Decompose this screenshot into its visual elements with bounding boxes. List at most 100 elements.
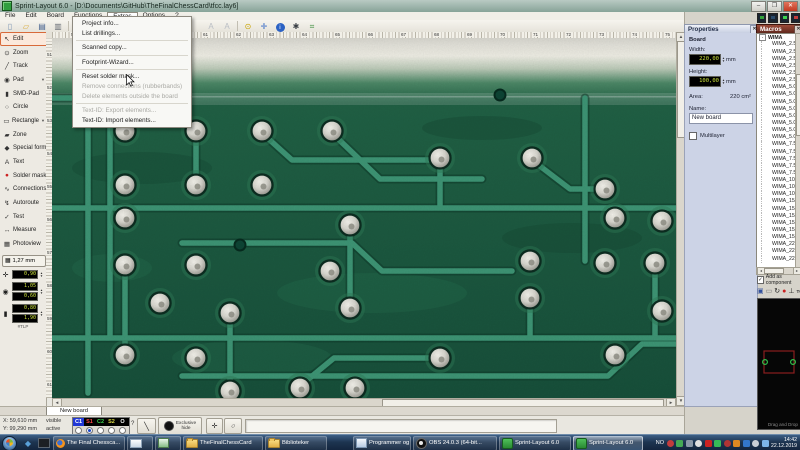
- pad-outer-display[interactable]: 1,05: [12, 282, 38, 291]
- new-file-icon[interactable]: ▯: [3, 20, 18, 33]
- mirror-macro-icon[interactable]: ⊥: [788, 287, 794, 295]
- zoom-tool-icon[interactable]: ⊙: [241, 20, 256, 33]
- layer-s1-radio[interactable]: [84, 426, 95, 434]
- macros-scroll-thumb[interactable]: [796, 74, 800, 136]
- pad-mode-icon[interactable]: ●: [782, 288, 786, 295]
- macro-item[interactable]: WIMA_7.5E: [761, 170, 796, 177]
- macro-item[interactable]: WIMA_5.0C: [761, 99, 796, 106]
- tool-circle[interactable]: ○Circle: [0, 100, 48, 114]
- tray-icon-10[interactable]: [752, 440, 759, 447]
- board-name-input[interactable]: New board: [689, 113, 753, 124]
- macro-item[interactable]: WIMA_7.5C: [761, 156, 796, 163]
- multilayer-checkbox[interactable]: [689, 132, 697, 140]
- macro-item[interactable]: WIMA_22.5A: [761, 241, 796, 248]
- macro-item[interactable]: WIMA_15E: [761, 227, 796, 234]
- taskbar-button[interactable]: [155, 436, 181, 450]
- tray-icon-5[interactable]: [705, 440, 712, 447]
- macro-item[interactable]: WIMA_2.5A: [761, 41, 796, 48]
- component-icon[interactable]: ⌗: [305, 20, 320, 33]
- taskbar-button-thefinalchesscard[interactable]: TheFinalChessCard: [183, 436, 263, 450]
- board-height-display[interactable]: 100,00: [689, 76, 721, 87]
- layer-o-radio[interactable]: [117, 426, 128, 434]
- tool-smd-pad[interactable]: ▮SMD-Pad: [0, 87, 48, 101]
- macro-item[interactable]: WIMA_7.5D: [761, 163, 796, 170]
- macro-item[interactable]: WIMA_5.0A: [761, 84, 796, 91]
- macro-item[interactable]: WIMA_10C: [761, 191, 796, 198]
- board-width-spinner[interactable]: ▲▼: [722, 57, 725, 63]
- tray-icon-6[interactable]: [714, 440, 721, 447]
- quick-launch-icon-2[interactable]: [37, 437, 51, 449]
- macro-item[interactable]: WIMA_2.5C: [761, 56, 796, 63]
- macro-item[interactable]: WIMA_2.5B: [761, 49, 796, 56]
- tool-rectangle[interactable]: ▭Rectangle▼: [0, 114, 48, 128]
- extras-menu-item[interactable]: Footprint-Wizard...: [73, 58, 191, 68]
- macro-item[interactable]: WIMA_15A: [761, 198, 796, 205]
- macro-item[interactable]: WIMA_15C: [761, 213, 796, 220]
- tool-zoom[interactable]: ⊙Zoom: [0, 46, 48, 60]
- macro-item[interactable]: WIMA_2.5E: [761, 70, 796, 77]
- macro-item[interactable]: WIMA_10A: [761, 177, 796, 184]
- menu-item-file[interactable]: File: [0, 12, 20, 20]
- macro-item[interactable]: WIMA_7.5A: [761, 141, 796, 148]
- maximize-button[interactable]: ❐: [767, 1, 782, 12]
- board-height-spinner[interactable]: ▲▼: [722, 79, 725, 85]
- taskbar-button-sprint-layout-6-0[interactable]: Sprint-Layout 6.0: [573, 436, 643, 450]
- view-toggle-icon-1[interactable]: [757, 13, 766, 23]
- taskbar-button-the-final-chessca[interactable]: The Final Chessca...: [53, 436, 125, 450]
- tool-track[interactable]: ╱Track: [0, 59, 48, 73]
- delete-macro-icon[interactable]: ▭: [766, 287, 773, 295]
- macros-vertical-scrollbar[interactable]: [795, 33, 800, 268]
- track-width-spinner[interactable]: ▲▼: [40, 272, 43, 278]
- start-button[interactable]: [2, 436, 17, 450]
- layer-s2-toggle[interactable]: S2: [106, 418, 117, 426]
- tray-icon-2[interactable]: [676, 440, 683, 447]
- quick-launch-icon-1[interactable]: ◆: [21, 437, 35, 449]
- settings-gear-icon[interactable]: ✱: [289, 20, 304, 33]
- save-macro-icon[interactable]: ▣: [757, 287, 764, 295]
- extras-menu-item[interactable]: Text-ID: Export elements...: [73, 106, 191, 116]
- extras-menu-item[interactable]: Text-ID: Import elements...: [73, 116, 191, 126]
- chevron-down-icon[interactable]: ▼: [41, 77, 45, 82]
- help-label[interactable]: ?: [131, 421, 134, 427]
- macro-item[interactable]: WIMA_15D: [761, 220, 796, 227]
- layer-c2-toggle[interactable]: C2: [95, 418, 106, 426]
- tool-test[interactable]: ✓Test: [0, 210, 48, 224]
- minimize-button[interactable]: –: [751, 1, 766, 12]
- extras-menu-item[interactable]: List drillings...: [73, 29, 191, 39]
- pad-size-spinner[interactable]: ▲▼: [40, 289, 43, 295]
- tray-icon-4[interactable]: [695, 440, 702, 447]
- tray-icon-8[interactable]: [733, 440, 740, 447]
- macro-item[interactable]: WIMA_15B: [761, 206, 796, 213]
- menu-item-edit[interactable]: Edit: [20, 12, 41, 20]
- layer-c2-radio[interactable]: [95, 426, 106, 434]
- tool-autoroute[interactable]: ↯Autoroute: [0, 196, 48, 210]
- rotate-macro-icon[interactable]: ↻: [774, 287, 780, 295]
- macro-item[interactable]: WIMA_5.0E: [761, 113, 796, 120]
- info-icon[interactable]: i: [273, 20, 288, 33]
- board-width-display[interactable]: 220,00: [689, 54, 721, 65]
- add-as-component-checkbox[interactable]: ✓: [757, 276, 764, 284]
- smd-width-display[interactable]: 0,80: [12, 304, 38, 313]
- macro-item[interactable]: WIMA_5.0G: [761, 127, 796, 134]
- layer-s2-radio[interactable]: [106, 426, 117, 434]
- tree-collapse-icon[interactable]: -: [759, 34, 766, 41]
- tool-special-form[interactable]: ◆Special form: [0, 142, 48, 156]
- layer-c1-radio[interactable]: [73, 426, 84, 434]
- pad-drill-display[interactable]: 0,60: [12, 292, 38, 301]
- layer-o-toggle[interactable]: O: [117, 418, 128, 426]
- tool-solder-mask[interactable]: ●Solder mask: [0, 169, 48, 183]
- extras-menu-item[interactable]: Project info...: [73, 19, 191, 29]
- taskbar-button-biblioteker[interactable]: Biblioteker: [265, 436, 327, 450]
- macro-item[interactable]: WIMA_2.5D: [761, 63, 796, 70]
- tool-photoview[interactable]: ▦Photoview: [0, 237, 48, 251]
- tool-connections[interactable]: ∿Connections: [0, 183, 48, 197]
- track-mode-button[interactable]: ╲: [137, 418, 156, 434]
- macro-item[interactable]: WIMA_10B: [761, 184, 796, 191]
- save-icon[interactable]: ▤: [35, 20, 50, 33]
- macro-preview[interactable]: Drag and Drop: [757, 298, 800, 430]
- taskbar-button[interactable]: [127, 436, 153, 450]
- extras-menu-item[interactable]: Delete elements outside the board: [73, 92, 191, 102]
- macro-item[interactable]: WIMA_5.0D: [761, 106, 796, 113]
- crosshair-button[interactable]: ✛: [206, 418, 223, 434]
- macro-item[interactable]: WIMA_5.0H: [761, 134, 796, 141]
